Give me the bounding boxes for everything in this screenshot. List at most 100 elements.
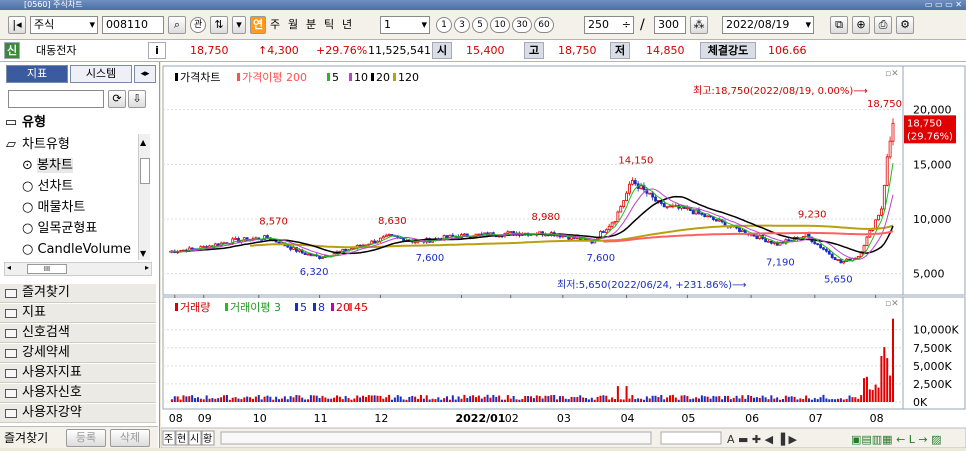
section-favorites[interactable]: 즐겨찾기 [0,284,156,303]
volume-bar [863,378,866,402]
tab-scroll-arrows[interactable]: ◂▸ [134,65,156,83]
min-3-button[interactable]: 3 [454,17,470,33]
volume-bar [234,397,237,402]
volume-bar [330,398,333,402]
chart-type-candlevolume[interactable]: ○ CandleVolume [0,239,134,260]
candle-body [865,236,869,247]
strength-value: 106.66 [768,44,807,57]
settings-icon[interactable]: ⚙ [896,16,914,34]
volume-bar [535,395,538,402]
period-minute[interactable]: 틱 [324,17,334,33]
date-picker[interactable]: 2022/08/19 ▾ [722,16,814,34]
chart-svg[interactable]: 가격차트 가격이평 200 5 10 20 120 ▫✕ 8,570 8,630 8,980 14… [160,62,966,449]
refresh-icon[interactable]: ⟳ [108,90,126,108]
tree-parent[interactable]: ▱ 차트유형 [0,134,150,155]
rel-button[interactable]: 관 [190,17,206,33]
link-button[interactable]: 연 [250,16,266,34]
x-tick-label: 08 [870,412,884,425]
min-10-button[interactable]: 10 [490,17,510,33]
window-controls[interactable]: ▭ ▭ ▭ ✕ [925,0,962,10]
chart-type-volume-profile[interactable]: ○ 매물차트 [0,197,150,218]
volume-bar [257,395,260,402]
interval-input[interactable]: 1 ▾ [380,16,430,34]
section-user-signal[interactable]: 사용자신호 [0,384,156,403]
chart-area[interactable]: 가격차트 가격이평 200 5 10 20 120 ▫✕ 8,570 8,630 8,980 14… [160,62,966,449]
price-tick-label: 5,000 [913,268,945,281]
volume-bar [776,397,779,402]
volume-bar [266,395,269,402]
period-week[interactable]: 월 [288,17,298,33]
code-input[interactable]: 008110 [102,16,164,34]
volume-bar [721,399,724,402]
section-strength[interactable]: 강세약세 [0,344,156,363]
copy-icon[interactable]: ⧉ [830,16,848,34]
prev-icon[interactable]: |◂ [8,16,26,34]
period-month[interactable]: 분 [306,17,316,33]
info-button[interactable]: i [148,42,166,59]
price-annotation: 8,980 [531,212,560,223]
folder-icon [5,349,17,358]
price-panel[interactable]: 가격차트 가격이평 200 5 10 20 120 ▫✕ 8,570 8,630 8,980 14… [162,65,966,296]
market-select[interactable]: 주식 ▾ [30,16,98,34]
count-stepper[interactable]: 250 ÷ [584,16,634,34]
download-icon[interactable]: ⇩ [128,90,146,108]
section-signal-search[interactable]: 신호검색 [0,324,156,343]
candle-body [396,236,400,238]
period-tick[interactable]: 년 [342,17,352,33]
volume-bar [263,396,266,402]
candle-body [477,233,481,236]
tab-indicator[interactable]: 지표 [6,65,68,83]
chart-type-ichimoku[interactable]: ○ 일목균형표 [0,218,150,239]
volume-bar [254,396,257,402]
tab-system[interactable]: 시스템 [70,65,132,83]
volume-bar [605,395,608,402]
legend-label: 거래량 [180,301,210,314]
volume-tick-label: 5,000K [913,360,952,373]
section-indicators[interactable]: 지표 [0,304,156,323]
volume-bar [524,395,527,402]
delete-button[interactable]: 삭제 [110,429,150,447]
candle-body [767,240,770,243]
chart-bottom-bar[interactable]: 주현시황 A ▬ ✚ ◀ ▐ ▶ ▣▤▥▦ ← L → ▨ [160,427,966,449]
candle-body [286,245,290,248]
min-5-button[interactable]: 5 [472,17,488,33]
volume-bar [309,395,312,402]
updown-icon[interactable]: ⇅ [210,16,228,34]
volume-bar [437,397,440,402]
chart-type-candle[interactable]: ⊙ 봉차트 [0,155,150,176]
volume-bar [663,399,666,402]
register-button[interactable]: 등록 [66,429,106,447]
chart-type-line[interactable]: ○ 선차트 [0,176,150,197]
indicator-search-input[interactable] [8,90,104,108]
volume-panel[interactable]: 거래량 거래이평 3 5 8 20 45 ▫✕ 10,000K 7,500K 5,000K 2,5… [162,296,966,410]
min-60-button[interactable]: 60 [534,17,554,33]
candle-body [862,245,866,253]
period-day[interactable]: 주 [270,17,280,33]
radio-icon: ○ [22,221,38,236]
candle-body [662,203,666,208]
volume-tick-label: 2,500K [913,378,952,391]
zoom-icon[interactable]: ⊕ [852,16,870,34]
type-header[interactable]: ▭ 유형 [0,112,150,133]
grid-icon[interactable]: ⁂ [690,16,708,34]
candle-body [891,122,895,142]
tree-scrollbar[interactable]: ▲ ▼ [138,134,150,260]
volume-bar [214,398,217,402]
search-icon[interactable]: ⌕ [168,16,186,34]
tree-hscrollbar[interactable]: ◂ III ▸ [4,262,152,276]
volume-bar [521,398,524,402]
volume-bar [611,397,614,402]
section-user-indicator[interactable]: 사용자지표 [0,364,156,383]
volume-bar [842,399,845,402]
volume-bar [385,397,388,402]
stepper-icon[interactable]: ▾ [232,16,246,34]
page-input[interactable]: 300 [654,16,686,34]
volume-bar [802,398,805,402]
volume-bar [602,395,605,402]
legend-swatch [175,73,178,81]
candle-body [772,241,776,244]
section-user-strength[interactable]: 사용자강약 [0,404,156,423]
print-icon[interactable]: ⎙ [874,16,892,34]
min-30-button[interactable]: 30 [512,17,532,33]
min-1-button[interactable]: 1 [436,17,452,33]
